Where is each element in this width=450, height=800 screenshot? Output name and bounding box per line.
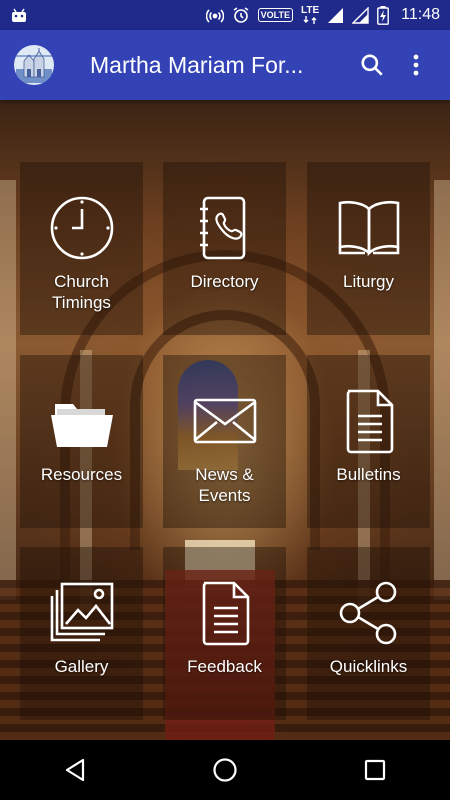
tile-label: News & Events bbox=[195, 465, 254, 505]
tile-label: Feedback bbox=[187, 657, 262, 676]
tile-label: Gallery bbox=[54, 657, 109, 676]
tile-label: Directory bbox=[190, 272, 259, 291]
tile-label: Quicklinks bbox=[329, 657, 408, 676]
alarm-icon bbox=[232, 6, 250, 24]
share-icon bbox=[336, 580, 402, 646]
tile-quicklinks[interactable]: Quicklinks bbox=[307, 547, 430, 720]
phone-book-icon bbox=[192, 195, 258, 261]
android-icon bbox=[10, 7, 28, 23]
envelope-icon bbox=[192, 388, 258, 454]
home-grid: Church Timings Directory Liturgy Resourc… bbox=[0, 100, 450, 740]
home-icon[interactable] bbox=[195, 740, 255, 800]
battery-charging-icon bbox=[377, 5, 390, 25]
tile-directory[interactable]: Directory bbox=[163, 162, 286, 335]
document-icon bbox=[336, 388, 402, 454]
lte-label: LTE bbox=[300, 5, 320, 16]
church-logo-icon[interactable] bbox=[14, 45, 54, 85]
tile-news-events[interactable]: News & Events bbox=[163, 355, 286, 528]
tile-feedback[interactable]: Feedback bbox=[163, 547, 286, 720]
system-nav-bar bbox=[0, 740, 450, 800]
tile-resources[interactable]: Resources bbox=[20, 355, 143, 528]
app-bar: Martha Mariam For... bbox=[0, 30, 450, 100]
status-bar: VOLTE LTE 11:48 bbox=[0, 0, 450, 30]
signal-icon bbox=[327, 7, 344, 24]
status-time: 11:48 bbox=[401, 6, 440, 23]
tile-label: Church Timings bbox=[52, 272, 111, 312]
tile-liturgy[interactable]: Liturgy bbox=[307, 162, 430, 335]
tile-bulletins[interactable]: Bulletins bbox=[307, 355, 430, 528]
app-title: Martha Mariam For... bbox=[90, 51, 304, 78]
tile-label: Liturgy bbox=[342, 272, 395, 291]
search-icon[interactable] bbox=[350, 43, 394, 87]
folder-icon bbox=[49, 388, 115, 454]
more-vert-icon[interactable] bbox=[394, 43, 438, 87]
tile-gallery[interactable]: Gallery bbox=[20, 547, 143, 720]
volte-icon: VOLTE bbox=[257, 8, 293, 22]
open-book-icon bbox=[336, 195, 402, 261]
photos-icon bbox=[49, 580, 115, 646]
signal-icon bbox=[352, 6, 369, 24]
tile-label: Resources bbox=[40, 465, 123, 484]
tile-label: Bulletins bbox=[336, 465, 401, 484]
clock-icon bbox=[49, 195, 115, 261]
hotspot-icon bbox=[205, 6, 224, 24]
lte-icon: LTE bbox=[301, 6, 319, 24]
tile-church-timings[interactable]: Church Timings bbox=[20, 162, 143, 335]
document-icon bbox=[192, 580, 258, 646]
recents-icon[interactable] bbox=[345, 740, 405, 800]
back-icon[interactable] bbox=[45, 740, 105, 800]
